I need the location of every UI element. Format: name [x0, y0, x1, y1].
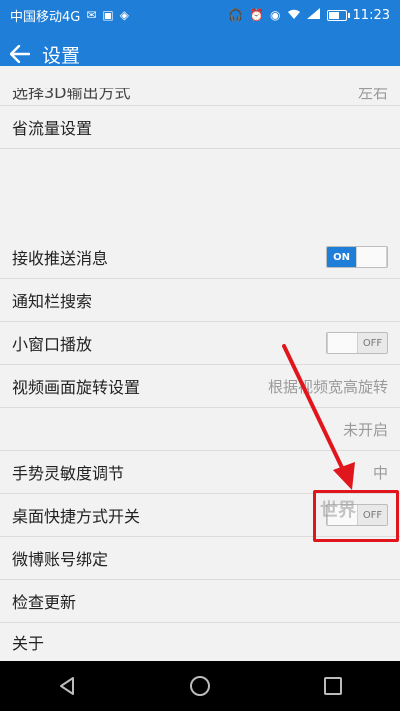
- mini-window-toggle[interactable]: OFF: [326, 332, 388, 354]
- setting-rotation[interactable]: 视频画面旋转设置 根据视频宽高旋转: [0, 365, 400, 408]
- toggle-state: ON: [327, 247, 356, 267]
- home-circle-icon: [189, 676, 210, 696]
- setting-notif-search[interactable]: 通知栏搜索: [0, 279, 400, 322]
- setting-update[interactable]: 检查更新: [0, 580, 400, 623]
- page-title: 设置: [42, 44, 81, 67]
- app-icon: ◈: [119, 8, 129, 22]
- highlight-box: [313, 490, 399, 542]
- setting-label: 检查更新: [12, 593, 77, 612]
- setting-label: 关于: [12, 634, 45, 653]
- nav-home-button[interactable]: [180, 666, 220, 706]
- setting-value: 根据视频宽高旋转: [267, 377, 388, 396]
- scroll-edge: [0, 78, 400, 88]
- carrier-label: 中国移动4G: [10, 9, 81, 25]
- battery-icon: [326, 9, 350, 21]
- push-toggle[interactable]: ON: [326, 246, 388, 268]
- setting-label: 省流量设置: [12, 119, 93, 138]
- sms-icon: ✉: [86, 8, 97, 22]
- setting-label: 视频画面旋转设置: [12, 378, 141, 397]
- setting-label: 桌面快捷方式开关: [12, 507, 141, 526]
- setting-about[interactable]: 关于: [0, 623, 400, 661]
- setting-label: 接收推送消息: [12, 249, 109, 268]
- headset-icon: 🎧: [228, 8, 244, 22]
- wifi-icon: [287, 9, 301, 22]
- setting-label: 微博账号绑定: [12, 550, 109, 569]
- toggle-knob: [356, 247, 387, 267]
- setting-gesture[interactable]: 手势灵敏度调节 中: [0, 451, 400, 494]
- recents-square-icon: [324, 677, 343, 695]
- setting-label: 通知栏搜索: [12, 292, 93, 311]
- setting-label: 手势灵敏度调节: [12, 464, 125, 483]
- toggle-knob: [327, 333, 358, 353]
- setting-mini-window[interactable]: 小窗口播放 OFF: [0, 322, 400, 365]
- sim-icon: ▣: [102, 8, 114, 22]
- alarm-icon: ⏰: [249, 8, 265, 22]
- setting-save-data[interactable]: 省流量设置: [0, 106, 400, 149]
- toggle-state: OFF: [362, 337, 383, 349]
- setting-push[interactable]: 接收推送消息 ON: [0, 236, 400, 279]
- clock: 11:23: [352, 7, 390, 23]
- setting-unopened[interactable]: 未开启: [0, 408, 400, 451]
- back-arrow-icon: [10, 45, 30, 63]
- navigation-bar: [0, 661, 400, 711]
- setting-weibo[interactable]: 微博账号绑定: [0, 537, 400, 580]
- status-bar: 中国移动4G ✉ ▣ ◈ 🎧 ⏰ ◉ 11:23: [0, 0, 400, 30]
- nav-back-button[interactable]: [47, 666, 87, 706]
- spacer: [0, 150, 400, 237]
- nav-recents-button[interactable]: [313, 666, 353, 706]
- setting-value: 未开启: [342, 420, 388, 439]
- setting-value: 中: [372, 463, 388, 482]
- signal-icon: [306, 8, 321, 22]
- setting-label: 小窗口播放: [12, 335, 93, 354]
- eye-icon: ◉: [270, 8, 281, 22]
- back-triangle-icon: [59, 677, 74, 695]
